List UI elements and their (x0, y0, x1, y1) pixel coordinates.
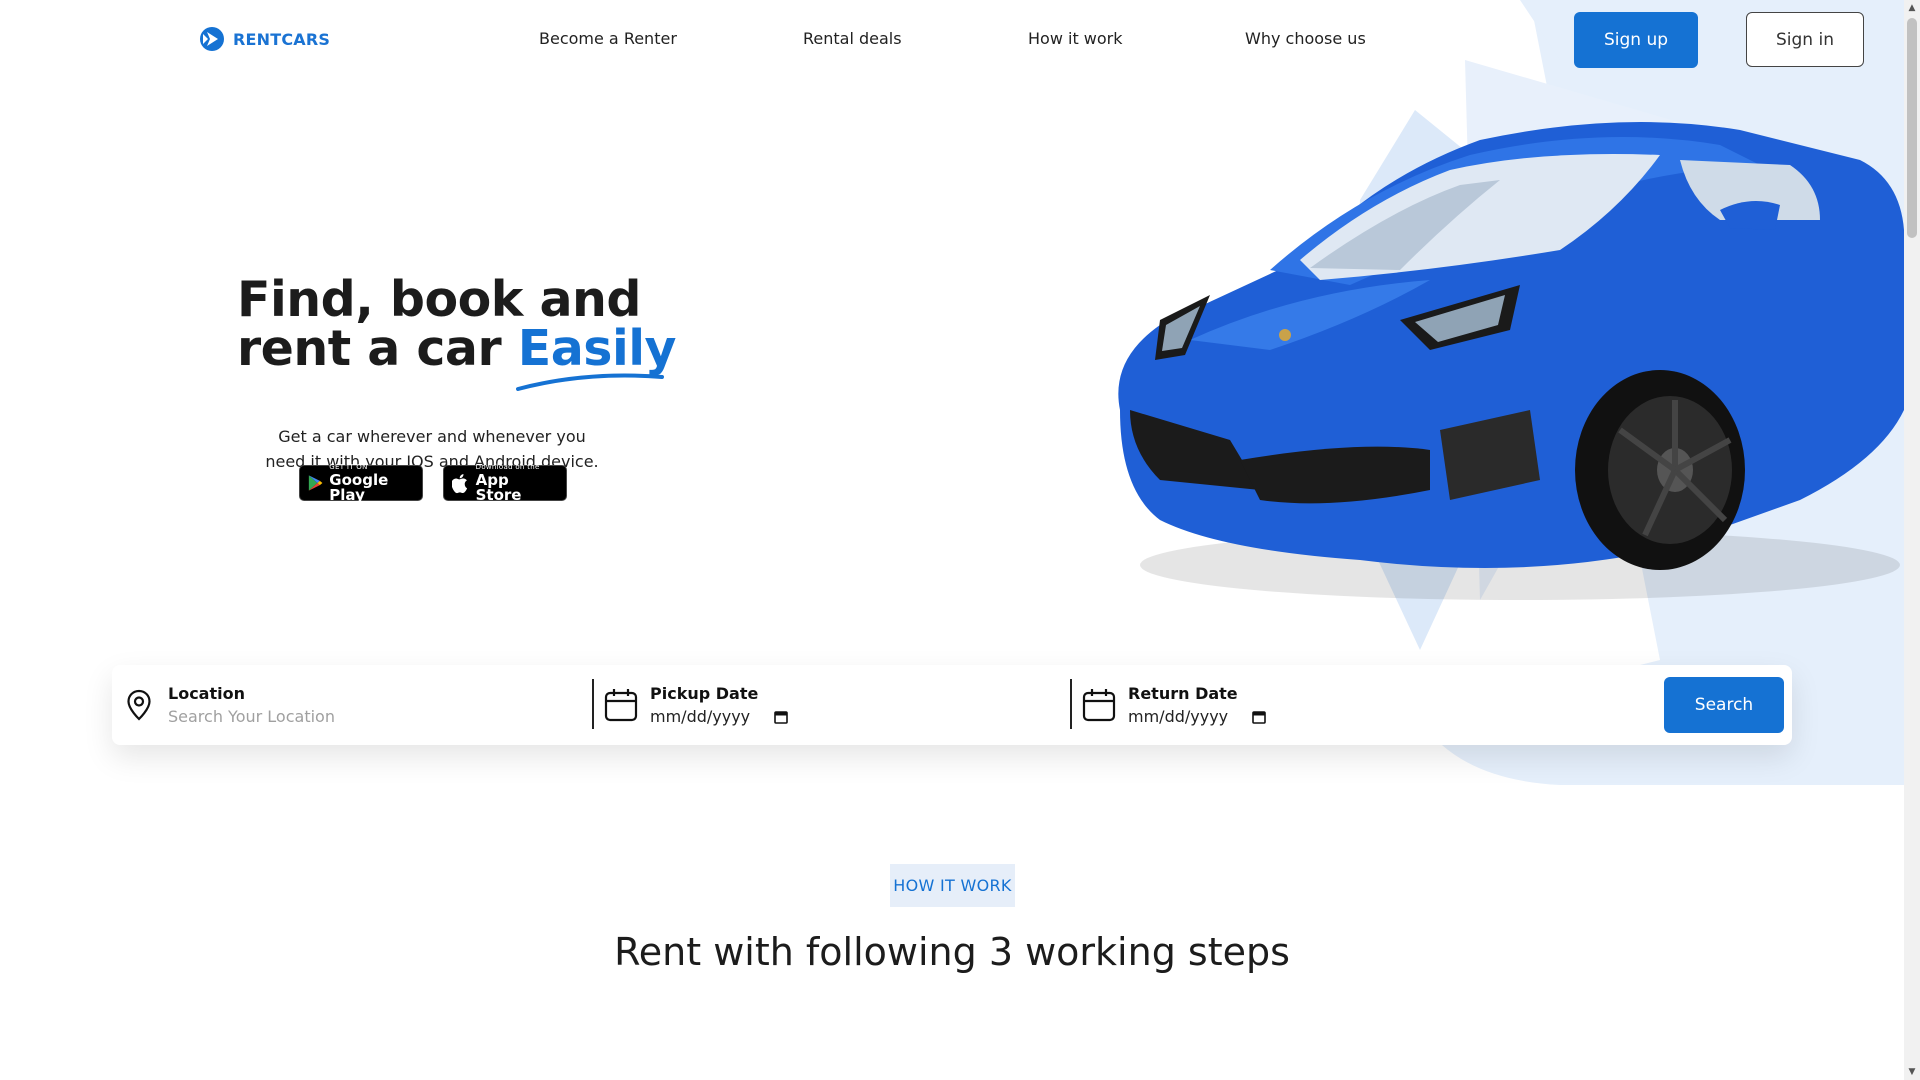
search-divider-1 (592, 679, 594, 729)
signup-button[interactable]: Sign up (1574, 12, 1698, 68)
return-date-value: mm/dd/yyyy (1128, 707, 1229, 726)
apple-icon (452, 473, 468, 493)
logo-icon (200, 27, 224, 51)
app-store-big-text: App Store (475, 470, 522, 504)
app-store-badge[interactable]: Download on the App Store (443, 462, 567, 504)
scrollbar-thumb[interactable] (1907, 18, 1917, 238)
signin-button[interactable]: Sign in (1746, 12, 1864, 67)
calendar-picker-icon[interactable] (1252, 710, 1266, 724)
scroll-up-icon[interactable]: ▲ (1904, 0, 1920, 16)
brand-name: RENTCARS (233, 29, 331, 49)
location-input[interactable] (168, 707, 468, 726)
return-date-input[interactable]: mm/dd/yyyy (1128, 707, 1266, 726)
hero-title-accent: Easily (515, 324, 676, 391)
how-it-work-tag: HOW IT WORK (890, 864, 1015, 907)
google-play-badge[interactable]: GET IT ON Google Play (299, 462, 423, 504)
scroll-down-icon[interactable]: ▼ (1904, 1064, 1920, 1080)
nav-how-it-work[interactable]: How it work (1028, 29, 1123, 48)
brand-logo[interactable]: RENTCARS (199, 26, 330, 52)
nav-rental-deals[interactable]: Rental deals (803, 29, 902, 48)
calendar-icon (604, 689, 638, 722)
pickup-date-input[interactable]: mm/dd/yyyy (650, 707, 788, 726)
search-button[interactable]: Search (1664, 677, 1784, 733)
page: RENTCARS Become a Renter Rental deals Ho… (0, 0, 1904, 1080)
location-pin-icon (127, 689, 151, 721)
nav-why-choose-us[interactable]: Why choose us (1245, 29, 1366, 48)
how-it-work-title: Rent with following 3 working steps (614, 930, 1290, 974)
search-bar: Location Pickup Date mm/dd/yyyy (112, 665, 1792, 745)
hero-title: Find, book and rent a car Easily (237, 275, 676, 391)
google-play-big-text: Google Play (329, 470, 389, 504)
calendar-icon (1082, 689, 1116, 722)
google-play-small-text: GET IT ON (329, 462, 368, 471)
hero-car-image (1118, 122, 1904, 600)
hero-title-line2: rent a car (237, 320, 518, 377)
vertical-scrollbar[interactable]: ▲ ▼ (1904, 0, 1920, 1080)
pickup-date-field[interactable]: Pickup Date mm/dd/yyyy (604, 665, 1044, 745)
return-date-field[interactable]: Return Date mm/dd/yyyy (1082, 665, 1522, 745)
pickup-date-value: mm/dd/yyyy (650, 707, 751, 726)
nav-become-renter[interactable]: Become a Renter (539, 29, 677, 48)
google-play-icon (308, 475, 323, 491)
location-field[interactable]: Location (126, 665, 566, 745)
pickup-date-label: Pickup Date (650, 684, 759, 703)
return-date-label: Return Date (1128, 684, 1238, 703)
calendar-picker-icon[interactable] (774, 710, 788, 724)
search-divider-2 (1070, 679, 1072, 729)
accent-underline (515, 373, 664, 391)
app-store-small-text: Download on the (475, 462, 540, 471)
location-label: Location (168, 684, 245, 703)
